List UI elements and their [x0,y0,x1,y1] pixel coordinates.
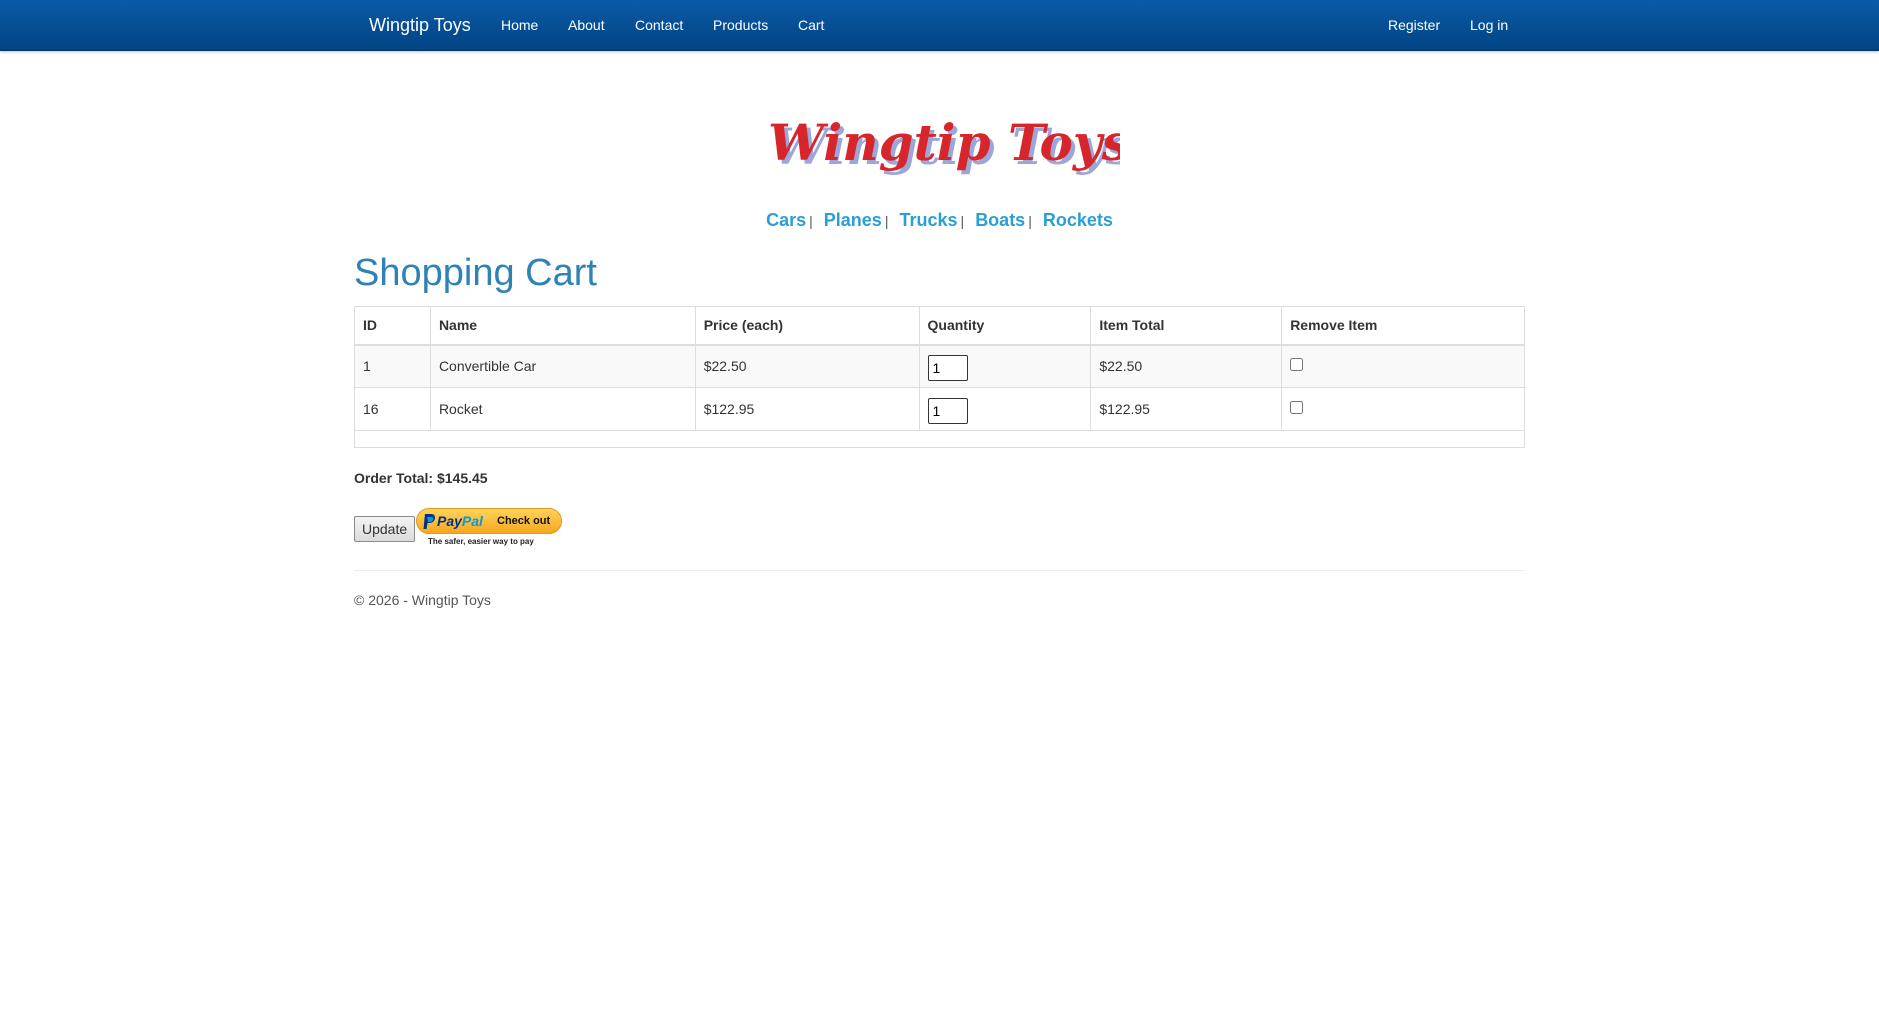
nav-products[interactable]: Products [713,0,768,50]
order-total-value: $145.45 [436,470,488,486]
nav-login[interactable]: Log in [1470,0,1508,50]
cell-remove [1281,344,1525,388]
logo-text: Wingtip Toys [768,113,1120,172]
header-id: ID [354,306,431,346]
cell-item-total: $122.95 [1090,387,1283,431]
table-row: 1 Convertible Car $22.50 $22.50 [354,344,1525,388]
remove-item-checkbox[interactable] [1290,401,1304,414]
nav-cart[interactable]: Cart [798,0,824,50]
cart-table: ID Name Price (each) Quantity Item Total… [354,306,1525,448]
cell-name: Convertible Car [429,344,696,388]
cell-item-total: $22.50 [1090,344,1283,388]
paypal-tagline: The safer, easier way to pay [428,537,534,546]
quantity-input[interactable] [927,398,968,424]
header-name: Name [429,306,696,346]
table-footer-row [354,430,1525,448]
nav-register[interactable]: Register [1388,0,1440,50]
category-separator: | [960,213,965,229]
brand-link[interactable]: Wingtip Toys [369,0,471,50]
paypal-pill: PayPal Check out [416,508,562,534]
nav-home[interactable]: Home [501,0,538,50]
nav-about[interactable]: About [568,0,605,50]
paypal-checkout-label: Check out [497,515,551,527]
category-separator: | [1028,213,1032,229]
order-total-label: Order Total: [354,470,434,486]
table-row: 16 Rocket $122.95 $122.95 [354,387,1525,431]
update-button[interactable]: Update [354,516,416,542]
order-total: Order Total: $145.45 [354,470,488,486]
paypal-p-icon [423,514,436,529]
table-header-row: ID Name Price (each) Quantity Item Total… [354,306,1525,346]
empty-footer-cell [354,430,1525,448]
paypal-logo-pay: Pay [437,513,462,529]
paypal-logo: PayPal [437,513,483,529]
wingtip-logo: Wingtip Toys Wingtip Toys [760,110,1134,190]
footer-divider [354,570,1525,571]
category-links: Cars | Planes | Trucks | Boats | Rockets [0,210,1879,231]
footer-copyright: © 2026 - Wingtip Toys [354,592,491,608]
category-boats[interactable]: Boats [975,210,1025,230]
category-planes[interactable]: Planes [824,210,882,230]
category-separator: | [809,213,813,229]
cell-id: 1 [354,344,431,388]
top-navbar: Wingtip Toys Home About Contact Products… [0,0,1879,51]
header-price: Price (each) [694,306,920,346]
page-title: Shopping Cart [354,252,597,294]
remove-item-checkbox[interactable] [1290,358,1304,372]
cell-name: Rocket [429,387,696,431]
cell-price: $22.50 [694,344,920,388]
nav-contact[interactable]: Contact [635,0,683,50]
header-remove-item: Remove Item [1281,306,1525,346]
category-rockets[interactable]: Rockets [1043,210,1113,230]
category-separator: | [884,213,889,229]
header-quantity: Quantity [918,306,1092,346]
quantity-input[interactable] [927,355,968,382]
cell-price: $122.95 [694,387,920,431]
paypal-checkout-button[interactable]: PayPal Check out The safer, easier way t… [416,508,562,550]
cell-quantity [918,344,1092,388]
header-item-total: Item Total [1090,306,1283,346]
category-trucks[interactable]: Trucks [899,210,957,230]
cell-quantity [918,387,1092,431]
cell-remove [1281,387,1525,431]
cell-id: 16 [354,387,431,431]
paypal-logo-pal: Pal [461,513,483,529]
category-cars[interactable]: Cars [766,210,806,230]
